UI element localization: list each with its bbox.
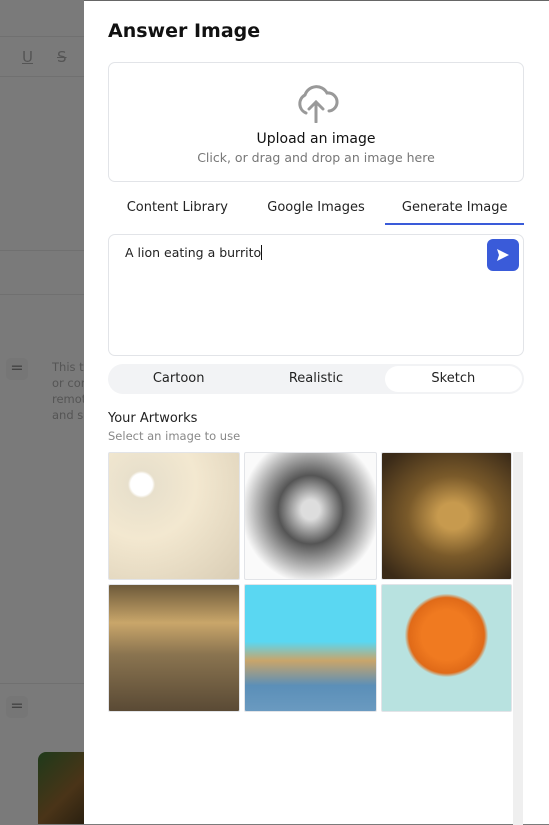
artwork-image[interactable]	[244, 584, 377, 712]
divider	[0, 683, 84, 684]
artwork-image[interactable]	[108, 584, 240, 712]
underline-icon[interactable]: U	[22, 48, 33, 66]
artwork-image[interactable]	[381, 584, 512, 712]
style-realistic[interactable]: Realistic	[247, 366, 384, 392]
upload-title: Upload an image	[256, 131, 376, 147]
snippet-line: remot	[52, 392, 84, 406]
artwork-image[interactable]	[244, 452, 377, 580]
upload-subtitle: Click, or drag and drop an image here	[197, 150, 435, 165]
drag-handle-icon[interactable]: =	[6, 358, 28, 380]
prompt-input[interactable]: A lion eating a burrito	[108, 234, 524, 356]
divider	[0, 250, 84, 251]
artworks-scrollbar[interactable]	[513, 452, 523, 825]
artwork-image[interactable]	[108, 452, 240, 580]
style-sketch[interactable]: Sketch	[384, 366, 522, 392]
question-snippet: This ty or cor remot and s	[52, 359, 84, 423]
divider	[0, 294, 84, 295]
artworks-grid	[108, 452, 513, 712]
style-cartoon[interactable]: Cartoon	[110, 366, 247, 392]
source-tabs: Content Library Google Images Generate I…	[108, 197, 525, 225]
divider	[0, 36, 84, 37]
artwork-image[interactable]	[381, 452, 512, 580]
style-selector: Cartoon Realistic Sketch	[108, 364, 524, 394]
cloud-upload-icon	[298, 85, 339, 124]
snippet-line: and s	[52, 408, 84, 422]
divider	[0, 76, 84, 77]
snippet-line: or cor	[52, 376, 84, 390]
drag-handle-icon[interactable]: =	[6, 696, 28, 718]
text-caret	[261, 245, 263, 260]
tab-content-library[interactable]: Content Library	[108, 197, 247, 225]
upload-dropzone[interactable]: Upload an image Click, or drag and drop …	[108, 62, 524, 182]
answer-image-dialog: Answer Image Upload an image Click, or d…	[84, 0, 549, 825]
prompt-text: A lion eating a burrito	[125, 245, 262, 260]
background-image-thumbnail	[38, 752, 84, 824]
send-button[interactable]	[487, 239, 519, 271]
artworks-subheading: Select an image to use	[108, 429, 241, 443]
dialog-title: Answer Image	[108, 20, 261, 42]
snippet-line: This ty	[52, 360, 84, 374]
strikethrough-icon[interactable]: S	[57, 48, 67, 66]
artworks-heading: Your Artworks	[108, 411, 198, 426]
tab-google-images[interactable]: Google Images	[247, 197, 386, 225]
tab-generate-image[interactable]: Generate Image	[385, 197, 525, 225]
send-icon	[497, 249, 509, 261]
